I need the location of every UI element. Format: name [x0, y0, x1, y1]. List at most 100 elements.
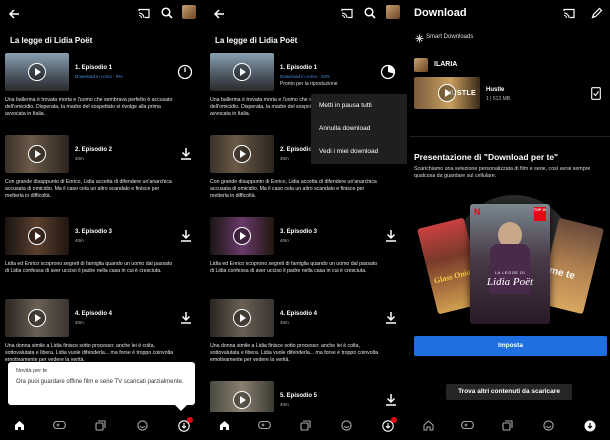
episode-description: Una ballerina è trovata morta e l'uomo c…	[5, 97, 173, 117]
games-icon[interactable]	[258, 420, 271, 430]
episode-thumbnail[interactable]	[5, 217, 69, 255]
episode-duration: 40m	[75, 156, 84, 161]
top-bar	[205, 0, 407, 28]
setup-button[interactable]: Imposta	[414, 336, 607, 356]
episode-thumbnail[interactable]	[210, 53, 274, 91]
smart-downloads-link[interactable]: Smart Downloads	[426, 34, 473, 40]
poster-center-subtitle: LA LEGGE DI	[494, 270, 526, 275]
download-icon[interactable]	[385, 229, 397, 242]
new-hot-icon[interactable]	[95, 420, 106, 431]
promo-description: Scarichiamo una selezione personalizzata…	[414, 166, 591, 179]
play-icon[interactable]	[28, 145, 46, 163]
play-icon[interactable]	[28, 63, 46, 81]
downloads-series-screen: La legge di Lidia Poët 1. Episodio 1 Dow…	[0, 0, 202, 440]
play-icon[interactable]	[28, 227, 46, 245]
movie-size: 1 | 513 MB	[486, 96, 511, 102]
games-icon[interactable]	[53, 420, 66, 430]
home-icon[interactable]	[219, 420, 230, 431]
section-divider	[410, 136, 610, 137]
menu-item-cancel-download[interactable]: Annulla download	[319, 125, 370, 132]
profile-avatar[interactable]	[182, 5, 196, 19]
play-icon[interactable]	[233, 63, 251, 81]
show-title: La legge di Lidia Poët	[215, 36, 298, 45]
fast-laughs-icon[interactable]	[543, 420, 554, 431]
profile-avatar[interactable]	[386, 5, 400, 19]
episode-thumbnail[interactable]	[210, 135, 274, 173]
promo-title: Presentazione di "Download per te"	[414, 152, 559, 162]
menu-item-view-downloads[interactable]: Vedi i miei download	[319, 148, 378, 155]
episode-duration: 40m	[280, 402, 289, 407]
play-icon[interactable]	[28, 309, 46, 327]
back-arrow-icon[interactable]	[8, 8, 20, 20]
download-icon[interactable]	[180, 147, 192, 160]
progress-ring-icon[interactable]	[177, 64, 193, 80]
episode-duration: 40m	[280, 156, 289, 161]
episode-title: 4. Episodio 4	[280, 311, 318, 317]
episode-row[interactable]: 1. Episodio 1 Download in corso - 8% Una…	[0, 53, 202, 133]
play-icon[interactable]	[233, 309, 251, 327]
profile-avatar	[414, 58, 428, 72]
new-feature-tooltip[interactable]: Novità per te Ora puoi guardare offline …	[8, 362, 195, 411]
bottom-nav	[0, 412, 202, 440]
find-more-downloads-button[interactable]: Trova altri contenuti da scaricare	[446, 384, 572, 400]
tooltip-message: Ora puoi guardare offline film e serie T…	[16, 379, 184, 385]
progress-ring-icon[interactable]	[380, 64, 396, 80]
check-phone-icon[interactable]	[591, 87, 601, 100]
download-progress-text: Download in corso - 34%	[280, 74, 331, 79]
episode-thumbnail[interactable]	[210, 299, 274, 337]
download-icon[interactable]	[584, 420, 596, 432]
search-icon[interactable]	[161, 7, 173, 19]
bottom-nav	[410, 412, 610, 440]
play-icon[interactable]	[233, 145, 251, 163]
menu-item-pause-all[interactable]: Metti in pausa tutti	[319, 102, 372, 109]
new-hot-icon[interactable]	[502, 420, 513, 431]
movie-title: Hustle	[486, 87, 505, 93]
download-progress-text: Download in corso - 8%	[75, 74, 123, 79]
episode-description: Una donna simile a Lidia finisce sotto p…	[210, 343, 379, 363]
movie-thumbnail[interactable]: HUSTLE	[414, 77, 480, 109]
home-icon[interactable]	[14, 420, 25, 431]
episode-row[interactable]: 2. Episodio 2 40m Con grande disappunto …	[0, 135, 202, 215]
fast-laughs-icon[interactable]	[341, 420, 352, 431]
top-bar	[0, 0, 202, 28]
episode-title: 5. Episodio 5	[280, 393, 318, 399]
cast-icon[interactable]	[341, 8, 353, 19]
episode-row[interactable]: 4. Episodio 4 40m Una donna simile a Lid…	[205, 299, 407, 379]
pencil-icon[interactable]	[591, 7, 603, 19]
episode-thumbnail[interactable]	[5, 53, 69, 91]
search-icon[interactable]	[364, 7, 376, 19]
episode-row[interactable]: 3. Episodio 3 40m Lidia ed Enrico scopro…	[205, 217, 407, 297]
games-icon[interactable]	[461, 420, 474, 430]
play-icon[interactable]	[233, 391, 251, 409]
show-title: La legge di Lidia Poët	[10, 36, 93, 45]
episode-duration: 40m	[280, 238, 289, 243]
netflix-logo-icon: N	[474, 207, 481, 217]
play-icon[interactable]	[438, 84, 456, 102]
download-icon[interactable]	[180, 229, 192, 242]
download-icon[interactable]	[385, 393, 397, 406]
cast-icon[interactable]	[563, 8, 575, 19]
episode-thumbnail[interactable]	[5, 299, 69, 337]
play-icon[interactable]	[233, 227, 251, 245]
episode-thumbnail[interactable]	[210, 217, 274, 255]
poster-right-title: me te	[547, 265, 576, 283]
page-title: Download	[414, 7, 467, 19]
bottom-nav	[205, 412, 407, 440]
download-icon[interactable]	[180, 311, 192, 324]
downloads-series-screen-menu: La legge di Lidia Poët 1. Episodio 1 Dow…	[205, 0, 407, 440]
tooltip-title: Novità per te	[16, 368, 48, 374]
episode-title: 2. Episodio 2	[75, 147, 113, 153]
episode-row[interactable]: 3. Episodio 3 40m Lidia ed Enrico scopro…	[0, 217, 202, 297]
episode-title: 3. Episodio 3	[280, 229, 318, 235]
episode-description: Una donna simile a Lidia finisce sotto p…	[5, 343, 174, 363]
new-hot-icon[interactable]	[300, 420, 311, 431]
home-icon[interactable]	[423, 420, 434, 431]
fast-laughs-icon[interactable]	[137, 420, 148, 431]
poster-center: N TOP 10 LA LEGGE DI Lidia Poët	[470, 204, 550, 324]
top10-badge: TOP 10	[534, 207, 546, 221]
cast-icon[interactable]	[138, 8, 150, 19]
episode-thumbnail[interactable]	[5, 135, 69, 173]
download-icon[interactable]	[385, 311, 397, 324]
episode-description: Lidia ed Enrico scoprono segreti di fami…	[210, 261, 378, 274]
back-arrow-icon[interactable]	[213, 8, 225, 20]
